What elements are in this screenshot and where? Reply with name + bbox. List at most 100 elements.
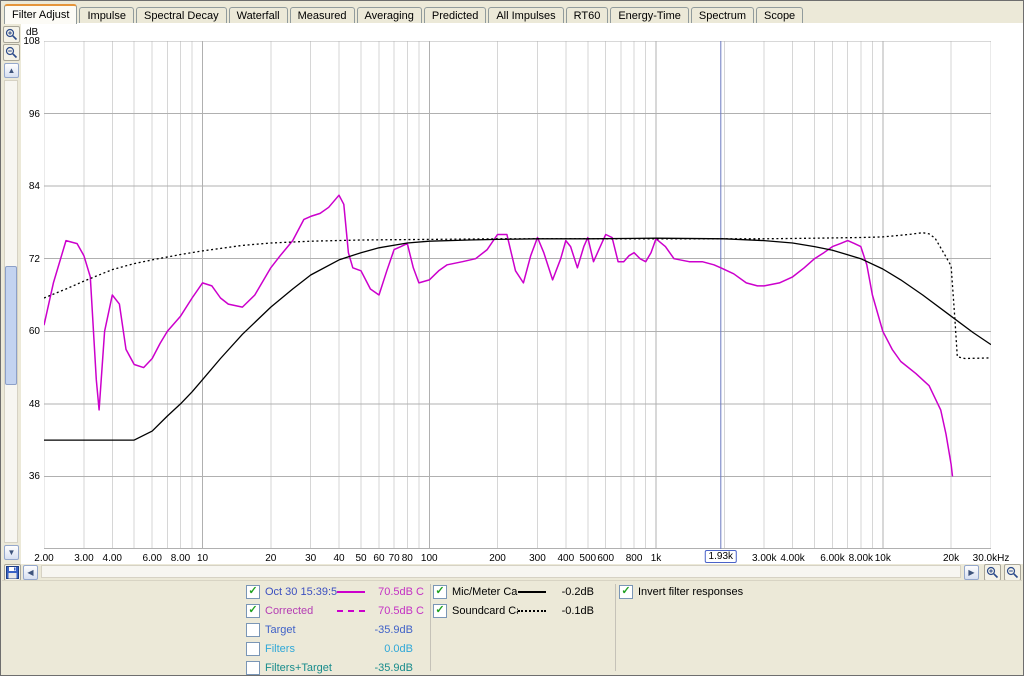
x-axis-tick-label: 40 bbox=[333, 553, 344, 564]
y-axis-tick-label: 84 bbox=[29, 181, 40, 192]
x-axis-tick-label: 10k bbox=[875, 553, 891, 564]
tab-impulse[interactable]: Impulse bbox=[79, 7, 134, 24]
x-axis-tick-label: 2.00 bbox=[34, 553, 53, 564]
legend-label: Mic/Meter Cal bbox=[452, 586, 518, 598]
tab-energy-time[interactable]: Energy-Time bbox=[610, 7, 689, 24]
legend-checkbox-mic-meter-cal[interactable]: ✓ bbox=[433, 585, 447, 599]
y-zoom-out-button[interactable] bbox=[3, 44, 20, 61]
trace-level-value: -35.9dB bbox=[373, 662, 413, 674]
trace-soundcard-cal bbox=[44, 233, 991, 359]
tab-filter-adjust[interactable]: Filter Adjust bbox=[4, 4, 77, 24]
legend-row-filters-target: Filters+Target -35.9dB bbox=[246, 660, 413, 676]
x-axis-tick-label: 60 bbox=[373, 553, 384, 564]
trace-level-value: 70.5dB bbox=[373, 586, 413, 598]
x-axis-tick-label: 6.00 bbox=[142, 553, 161, 564]
down-arrow-icon: ▼ bbox=[8, 548, 16, 557]
legend-label: Soundcard Cal bbox=[452, 605, 518, 617]
x-axis-tick-label: 30.0kHz bbox=[973, 553, 1010, 564]
tab-averaging[interactable]: Averaging bbox=[357, 7, 422, 24]
legend-checkbox-filters-target[interactable] bbox=[246, 661, 260, 675]
trace-style-swatch bbox=[337, 629, 365, 631]
legend-label: Target bbox=[265, 624, 337, 636]
y-axis-tick-label: 108 bbox=[23, 36, 40, 47]
legend-checkbox-corrected[interactable]: ✓ bbox=[246, 604, 260, 618]
legend-label: Invert filter responses bbox=[638, 586, 743, 598]
graph-tab-bar: Filter AdjustImpulseSpectral DecayWaterf… bbox=[2, 2, 1022, 25]
x-axis-tick-label: 4.00k bbox=[780, 553, 804, 564]
x-axis-tick-label: 4.00 bbox=[103, 553, 122, 564]
legend-label: Filters bbox=[265, 643, 337, 655]
capture-graph-button[interactable] bbox=[4, 564, 21, 581]
y-axis-tick-label: 72 bbox=[29, 254, 40, 265]
trace-style-swatch bbox=[518, 610, 546, 612]
x-axis-tick-label: 800 bbox=[626, 553, 643, 564]
x-axis-tick-label: 300 bbox=[529, 553, 546, 564]
x-zoom-out-button[interactable] bbox=[1004, 564, 1021, 581]
x-axis-tick-label: 3.00k bbox=[752, 553, 776, 564]
vertical-scrollbar-track[interactable] bbox=[4, 80, 18, 543]
tab-predicted[interactable]: Predicted bbox=[424, 7, 486, 24]
legend-checkbox-target[interactable] bbox=[246, 623, 260, 637]
y-axis-tick-label: 96 bbox=[29, 109, 40, 120]
y-axis-tick-label: 36 bbox=[29, 471, 40, 482]
x-axis-tick-label: 500 bbox=[579, 553, 596, 564]
horizontal-scroll-row: ◀ ▶ bbox=[2, 564, 1022, 580]
x-axis-tick-label: 20 bbox=[265, 553, 276, 564]
legend-row-corrected: ✓Corrected70.5dBC bbox=[246, 603, 424, 619]
scroll-left-button[interactable]: ◀ bbox=[23, 565, 38, 580]
x-axis-tick-label: 400 bbox=[557, 553, 574, 564]
legend-checkbox-filters[interactable] bbox=[246, 642, 260, 656]
magnifier-plus-icon bbox=[986, 566, 999, 579]
scroll-up-button[interactable]: ▲ bbox=[4, 63, 19, 78]
legend-row-invert-filter-responses: ✓ Invert filter responses bbox=[619, 584, 743, 600]
tab-rt60[interactable]: RT60 bbox=[566, 7, 609, 24]
trace-level-value: -0.1dB bbox=[554, 605, 594, 617]
trace-level-value: 0.0dB bbox=[373, 643, 413, 655]
legend-checkbox-oct-30-15-39-54[interactable]: ✓ bbox=[246, 585, 260, 599]
magnifier-plus-icon bbox=[5, 28, 18, 41]
scroll-down-button[interactable]: ▼ bbox=[4, 545, 19, 560]
legend-label: Corrected bbox=[265, 605, 337, 617]
x-axis-tick-label: 8.00k bbox=[849, 553, 873, 564]
y-axis-labels: 108968472604836 bbox=[21, 41, 42, 549]
rew-window: Filter AdjustImpulseSpectral DecayWaterf… bbox=[0, 0, 1024, 676]
trace-level-value: -0.2dB bbox=[554, 586, 594, 598]
legend-checkbox-invert-filter-responses[interactable]: ✓ bbox=[619, 585, 633, 599]
trace-style-swatch bbox=[337, 648, 365, 650]
trace-mic-meter-cal bbox=[44, 238, 991, 440]
x-axis-tick-label: 30 bbox=[305, 553, 316, 564]
right-arrow-icon: ▶ bbox=[968, 568, 974, 577]
y-zoom-in-button[interactable] bbox=[3, 26, 20, 43]
legend-label: Filters+Target bbox=[265, 662, 337, 674]
horizontal-scrollbar-track[interactable] bbox=[41, 565, 961, 578]
save-disk-icon bbox=[6, 566, 19, 579]
tab-measured[interactable]: Measured bbox=[290, 7, 355, 24]
trace-layer bbox=[44, 195, 991, 476]
trace-level-value: -35.9dB bbox=[373, 624, 413, 636]
frequency-response-chart bbox=[44, 41, 991, 549]
x-axis-tick-label: 50 bbox=[355, 553, 366, 564]
cursor-frequency-readout[interactable]: 1.93k bbox=[705, 550, 737, 563]
legend-row-mic-meter-cal: ✓ Mic/Meter Cal -0.2dB bbox=[433, 584, 594, 600]
x-axis-tick-label: 200 bbox=[489, 553, 506, 564]
scroll-right-button[interactable]: ▶ bbox=[964, 565, 979, 580]
x-axis-tick-label: 100 bbox=[421, 553, 438, 564]
tab-spectrum[interactable]: Spectrum bbox=[691, 7, 754, 24]
up-arrow-icon: ▲ bbox=[8, 66, 16, 75]
x-axis-tick-label: 3.00 bbox=[74, 553, 93, 564]
legend-checkbox-soundcard-cal[interactable]: ✓ bbox=[433, 604, 447, 618]
vertical-scrollbar-thumb[interactable] bbox=[5, 266, 17, 385]
tab-spectral-decay[interactable]: Spectral Decay bbox=[136, 7, 227, 24]
trace-style-swatch bbox=[337, 610, 365, 612]
tab-all-impulses[interactable]: All Impulses bbox=[488, 7, 563, 24]
tab-scope[interactable]: Scope bbox=[756, 7, 803, 24]
trace-style-swatch bbox=[337, 591, 365, 593]
trace-style-swatch bbox=[518, 591, 546, 593]
magnifier-minus-icon bbox=[5, 46, 18, 59]
x-zoom-in-button[interactable] bbox=[984, 564, 1001, 581]
legend-row-oct-30-15-39-54: ✓Oct 30 15:39:5470.5dBC bbox=[246, 584, 424, 600]
tab-waterfall[interactable]: Waterfall bbox=[229, 7, 288, 24]
left-toolbar: ▲ ▼ bbox=[2, 23, 21, 563]
x-axis-tick-label: 10 bbox=[197, 553, 208, 564]
x-axis-tick-label: 600 bbox=[597, 553, 614, 564]
